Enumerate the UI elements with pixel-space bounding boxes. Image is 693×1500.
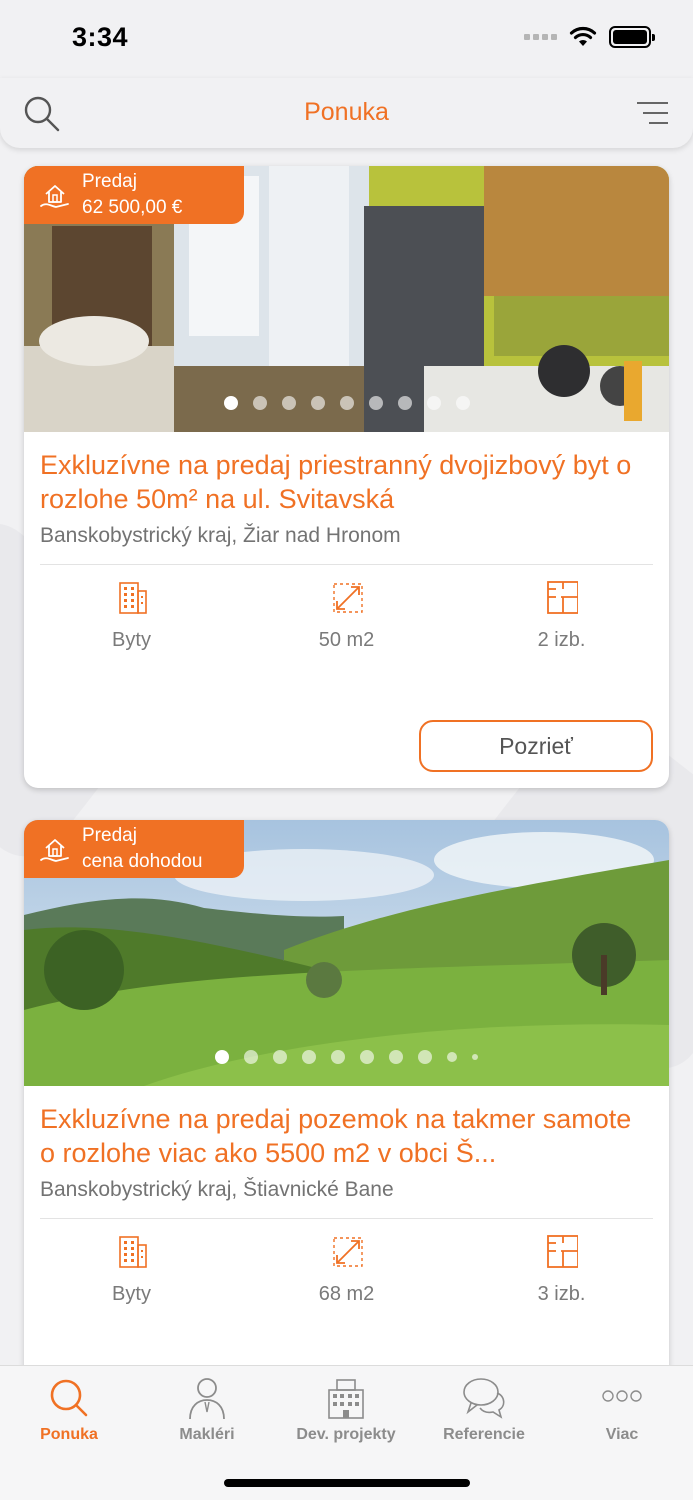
carousel-dot[interactable]	[472, 1054, 478, 1060]
listing-price: 62 500,00 €	[82, 197, 183, 218]
feature-label: Byty	[112, 1283, 151, 1305]
listing-badge: Predaj cena dohodou	[24, 820, 244, 878]
carousel-dot[interactable]	[281, 396, 296, 410]
listing-location: Banskobystrický kraj, Žiar nad Hronom	[40, 524, 401, 547]
tab-referencie[interactable]: Referencie	[415, 1376, 553, 1446]
person-icon	[189, 1378, 225, 1420]
navigation-bar: Ponuka	[0, 78, 693, 148]
area-icon	[332, 583, 363, 613]
divider	[40, 1218, 653, 1219]
tab-viac[interactable]: Viac	[553, 1376, 691, 1446]
feature-label: 3 izb.	[537, 1283, 586, 1305]
divider	[40, 564, 653, 565]
carousel-dot[interactable]	[447, 1052, 457, 1062]
building-icon	[328, 1379, 364, 1419]
search-icon	[50, 1379, 88, 1417]
house-hand-icon	[40, 839, 69, 862]
listing-type: Predaj	[82, 171, 137, 192]
tab-label: Makléri	[179, 1426, 235, 1443]
carousel-dot[interactable]	[310, 396, 325, 410]
chat-bubbles-icon	[463, 1378, 505, 1419]
status-time: 3:34	[72, 22, 129, 52]
feature-property-type: Byty	[24, 579, 239, 652]
carousel-dot[interactable]	[455, 396, 470, 410]
feature-rooms: 3 izb.	[454, 1233, 669, 1306]
carousel-dot[interactable]	[331, 1050, 345, 1064]
home-indicator[interactable]	[224, 1479, 470, 1487]
carousel-dot[interactable]	[273, 1050, 287, 1064]
feature-label: Byty	[112, 629, 151, 651]
feature-label: 2 izb.	[537, 629, 586, 651]
status-bar: 3:34	[0, 0, 693, 78]
listing-features: Byty 68 m2 3 izb.	[24, 1233, 669, 1306]
cellular-signal-icon	[524, 34, 557, 40]
carousel-dot[interactable]	[223, 396, 238, 410]
house-hand-icon	[40, 185, 69, 208]
tab-label: Ponuka	[40, 1426, 98, 1443]
feature-area: 68 m2	[239, 1233, 454, 1306]
tab-label: Referencie	[443, 1426, 525, 1443]
carousel-dot[interactable]	[426, 396, 441, 410]
carousel-dot[interactable]	[368, 396, 383, 410]
carousel-dot[interactable]	[339, 396, 354, 410]
tab-label: Viac	[605, 1426, 639, 1443]
listing-location: Banskobystrický kraj, Štiavnické Bane	[40, 1178, 394, 1201]
listing-card[interactable]: Predaj cena dohodou Exkluzívne na predaj…	[24, 820, 669, 1460]
more-icon	[602, 1390, 642, 1402]
building-icon	[118, 582, 147, 614]
carousel-pagination	[24, 396, 669, 410]
wifi-icon	[569, 26, 597, 46]
tab-ponuka[interactable]: Ponuka	[0, 1376, 138, 1446]
listing-price: cena dohodou	[82, 851, 203, 872]
listing-features: Byty 50 m2 2 izb.	[24, 579, 669, 652]
listing-title[interactable]: Exkluzívne na predaj priestranný dvojizb…	[40, 448, 653, 516]
status-icons	[524, 26, 655, 48]
carousel-pagination	[24, 1050, 669, 1064]
carousel-dot[interactable]	[215, 1050, 229, 1064]
feature-label: 68 m2	[318, 1283, 375, 1305]
feature-area: 50 m2	[239, 579, 454, 652]
tab-label: Dev. projekty	[296, 1426, 396, 1443]
floorplan-icon	[546, 1235, 578, 1268]
feature-label: 50 m2	[318, 629, 375, 651]
carousel-dot[interactable]	[389, 1050, 403, 1064]
listing-card[interactable]: Predaj 62 500,00 € Exkluzívne na predaj …	[24, 166, 669, 788]
listing-photo-carousel[interactable]: Predaj cena dohodou	[24, 820, 669, 1086]
carousel-dot[interactable]	[302, 1050, 316, 1064]
listing-type: Predaj	[82, 825, 137, 846]
feature-property-type: Byty	[24, 1233, 239, 1306]
building-icon	[118, 1236, 147, 1268]
tab-dev-projekty[interactable]: Dev. projekty	[277, 1376, 415, 1446]
tab-makleri[interactable]: Makléri	[138, 1376, 276, 1446]
carousel-dot[interactable]	[418, 1050, 432, 1064]
battery-icon	[609, 26, 655, 48]
carousel-dot[interactable]	[244, 1050, 258, 1064]
listing-photo-carousel[interactable]: Predaj 62 500,00 €	[24, 166, 669, 432]
carousel-dot[interactable]	[252, 396, 267, 410]
carousel-dot[interactable]	[360, 1050, 374, 1064]
listing-title[interactable]: Exkluzívne na predaj pozemok na takmer s…	[40, 1102, 653, 1170]
menu-icon[interactable]	[635, 100, 669, 126]
page-title: Ponuka	[304, 98, 389, 126]
view-listing-button[interactable]: Pozrieť	[419, 720, 653, 772]
floorplan-icon	[546, 581, 578, 614]
carousel-dot[interactable]	[397, 396, 412, 410]
feature-rooms: 2 izb.	[454, 579, 669, 652]
area-icon	[332, 1237, 363, 1267]
listing-badge: Predaj 62 500,00 €	[24, 166, 244, 224]
